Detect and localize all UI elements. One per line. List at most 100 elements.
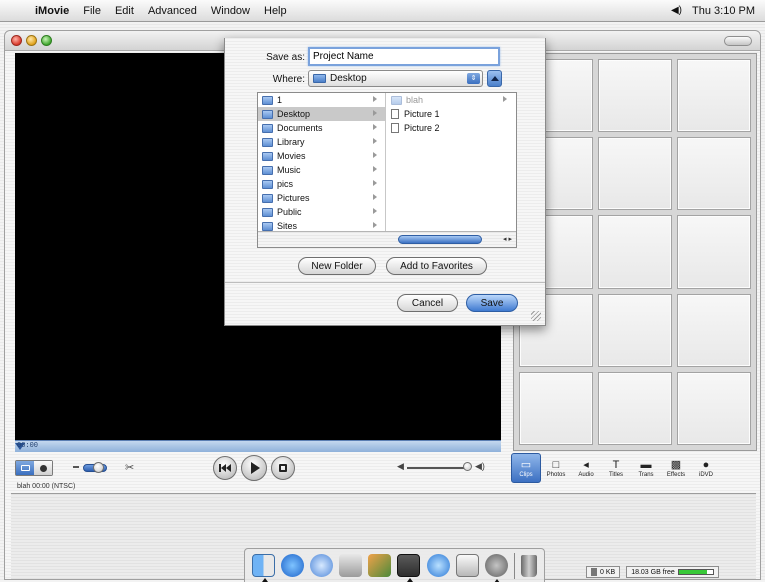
list-item[interactable]: Documents [258, 121, 385, 135]
minimize-window-button[interactable] [26, 35, 37, 46]
transitions-pane-button[interactable]: ▬ Trans [631, 453, 661, 483]
list-item[interactable]: blah [387, 93, 515, 107]
list-item[interactable]: Desktop [258, 107, 385, 121]
close-window-button[interactable] [11, 35, 22, 46]
system-preferences-icon[interactable] [484, 554, 508, 582]
clips-pane-button[interactable]: ▭ Clips [511, 453, 541, 483]
effects-pane-button[interactable]: ▩ Effects [661, 453, 691, 483]
list-item[interactable]: Pictures [258, 191, 385, 205]
collapse-browser-button[interactable] [487, 70, 502, 87]
resize-grip-icon[interactable] [531, 311, 541, 321]
imovie-trash[interactable]: 0 KB [586, 566, 621, 578]
mail-icon[interactable] [339, 554, 363, 577]
zoom-out-icon [73, 466, 79, 468]
list-item[interactable]: Picture 1 [387, 107, 515, 121]
folder-icon [262, 123, 273, 133]
item-name: Picture 2 [404, 123, 440, 133]
scissors-icon[interactable]: ✂ [125, 461, 134, 474]
trash-size: 0 KB [600, 568, 616, 576]
zoom-window-button[interactable] [41, 35, 52, 46]
playback-controls: ✂ ◀ ◀) ▭ Clips □ Photos ◂ Audio T Titles… [5, 453, 762, 483]
mode-switch [15, 460, 53, 476]
horizontal-scrollbar[interactable]: ◂ ▸ [258, 231, 516, 247]
edit-mode-button[interactable] [16, 461, 34, 475]
clip-slot[interactable] [598, 293, 672, 367]
cancel-button[interactable]: Cancel [397, 294, 458, 312]
menu-bar: iMovie File Edit Advanced Window Help ◀)… [0, 0, 765, 22]
free-space-indicator: 18.03 GB free [626, 566, 719, 578]
folder-icon [262, 193, 273, 203]
quicktime-icon[interactable] [426, 554, 450, 577]
list-item[interactable]: Sites [258, 219, 385, 231]
disclosure-arrow-icon [503, 96, 507, 102]
list-item[interactable]: Music [258, 163, 385, 177]
titles-pane-button[interactable]: T Titles [601, 453, 631, 483]
volume-slider[interactable]: ◀ ◀) [397, 461, 485, 472]
add-to-favorites-button[interactable]: Add to Favorites [386, 257, 487, 275]
dock [244, 548, 545, 582]
scrubber-bar[interactable]: 00:00 [15, 440, 501, 452]
transitions-icon: ▬ [640, 458, 652, 471]
clip-slot[interactable] [677, 137, 751, 211]
toolbar-toggle-button[interactable] [724, 36, 752, 46]
disclosure-arrow-icon [373, 110, 377, 116]
trash-icon[interactable] [520, 554, 537, 577]
play-button[interactable] [241, 455, 267, 481]
audio-icon: ◂ [583, 458, 589, 471]
clip-slot[interactable] [519, 371, 593, 445]
imovie-icon[interactable] [397, 554, 421, 582]
menu-app-imovie[interactable]: iMovie [28, 0, 76, 22]
clip-slot[interactable] [677, 293, 751, 367]
image-file-icon [391, 123, 399, 133]
timeline-zoom-slider[interactable] [73, 462, 121, 473]
titles-icon: T [612, 458, 620, 471]
photos-pane-button[interactable]: □ Photos [541, 453, 571, 483]
idvd-pane-label: iDVD [698, 471, 713, 478]
list-item[interactable]: Public [258, 205, 385, 219]
menu-edit[interactable]: Edit [108, 0, 141, 22]
clip-slot[interactable] [677, 215, 751, 289]
volume-menu-icon[interactable]: ◀) [671, 5, 682, 16]
project-name-field[interactable] [308, 47, 500, 66]
capture-mode-button[interactable] [34, 461, 52, 475]
list-item[interactable]: 1 [258, 93, 385, 107]
scroll-arrows-icon[interactable]: ◂ ▸ [503, 235, 512, 243]
clip-slot[interactable] [598, 59, 672, 133]
finder-icon[interactable] [252, 554, 276, 582]
list-item[interactable]: Picture 2 [387, 121, 515, 135]
clip-slot[interactable] [598, 215, 672, 289]
clip-slot[interactable] [677, 59, 751, 133]
list-item[interactable]: Movies [258, 149, 385, 163]
folder-icon [262, 137, 273, 147]
volume-high-icon: ◀) [475, 461, 485, 471]
list-item[interactable]: Library [258, 135, 385, 149]
zoom-knob[interactable] [93, 462, 104, 473]
audio-pane-label: Audio [578, 471, 594, 478]
menu-advanced[interactable]: Advanced [141, 0, 204, 22]
save-button[interactable]: Save [466, 294, 518, 312]
image-file-icon [391, 109, 399, 119]
browser-column-1: 1 Desktop Documents Library Movies Music… [258, 93, 386, 231]
list-item[interactable]: pics [258, 177, 385, 191]
where-popup[interactable]: Desktop ⇕ [308, 70, 483, 87]
new-folder-button[interactable]: New Folder [298, 257, 376, 275]
folder-name: Library [277, 137, 305, 147]
fullscreen-play-button[interactable] [271, 456, 295, 480]
clip-slot[interactable] [677, 371, 751, 445]
idvd-pane-button[interactable]: ● iDVD [691, 453, 721, 483]
internet-explorer-icon[interactable] [281, 554, 305, 577]
volume-knob[interactable] [463, 462, 472, 471]
menu-clock[interactable]: Thu 3:10 PM [692, 5, 755, 17]
rewind-button[interactable] [213, 456, 237, 480]
clip-slot[interactable] [598, 371, 672, 445]
mac-os-icon[interactable] [455, 554, 479, 577]
menu-file[interactable]: File [76, 0, 108, 22]
audio-pane-button[interactable]: ◂ Audio [571, 453, 601, 483]
itunes-icon[interactable] [310, 554, 334, 577]
iphoto-icon[interactable] [368, 554, 392, 577]
clips-icon: ▭ [520, 458, 532, 471]
scrollbar-thumb[interactable] [398, 235, 482, 244]
clip-slot[interactable] [598, 137, 672, 211]
menu-window[interactable]: Window [204, 0, 257, 22]
menu-help[interactable]: Help [257, 0, 294, 22]
